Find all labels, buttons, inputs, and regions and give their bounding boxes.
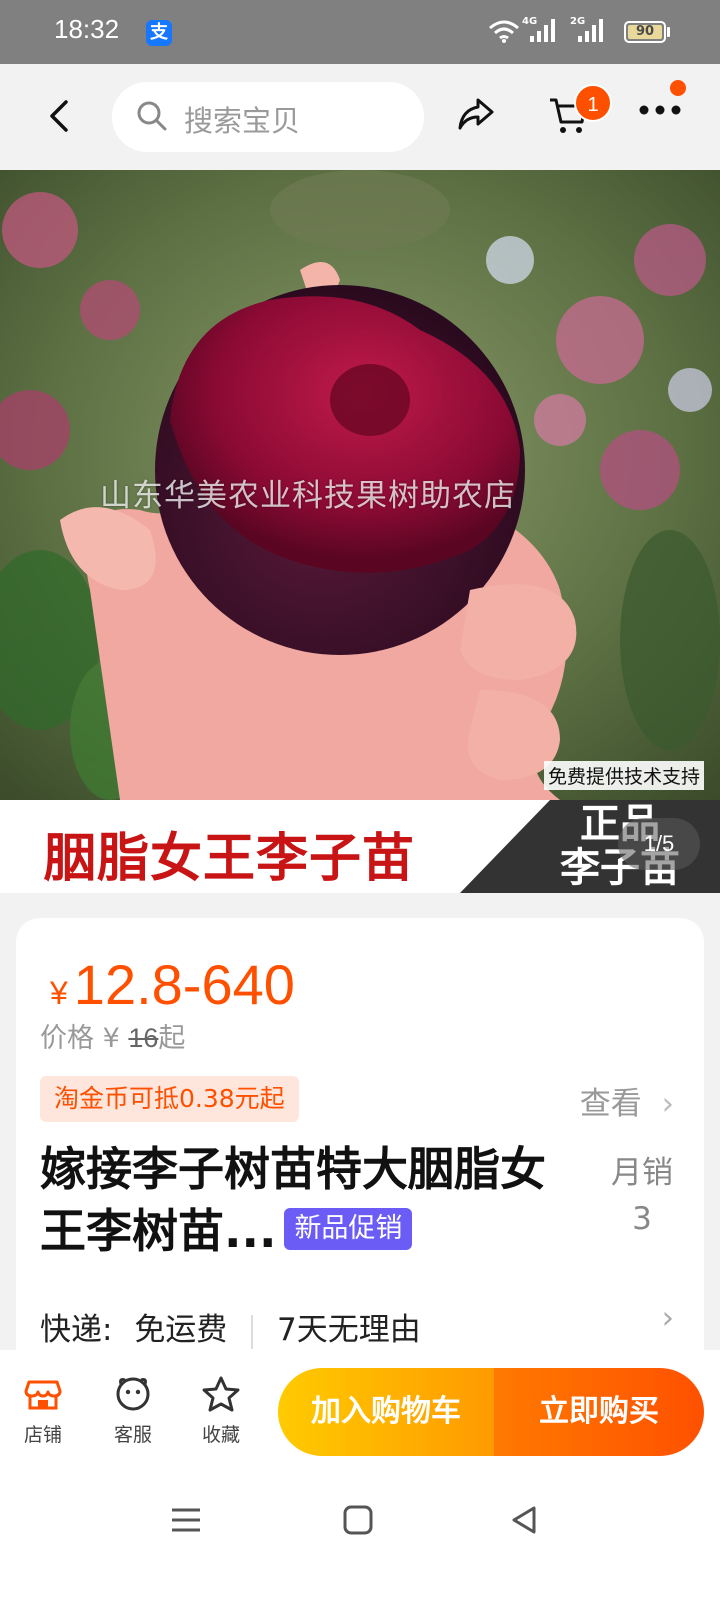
customer-service-label: 客服 xyxy=(113,1424,152,1446)
home-icon[interactable] xyxy=(340,1502,376,1538)
tech-support-caption: 免费提供技术支持 xyxy=(543,761,704,790)
shipping-info[interactable]: 快递: 免运费 7天无理由 xyxy=(40,1304,421,1349)
search-input[interactable]: 搜索宝贝 xyxy=(112,82,424,152)
original-price-label: 价格 xyxy=(40,1023,94,1054)
divider xyxy=(251,1314,254,1349)
shop-icon xyxy=(24,1380,62,1410)
system-navigation-bar xyxy=(0,1480,720,1600)
favorite-label: 收藏 xyxy=(201,1424,240,1446)
more-options-icon[interactable] xyxy=(638,100,686,120)
battery-cap xyxy=(667,27,670,37)
battery-level: 90 xyxy=(635,24,655,39)
shop-button[interactable]: 店铺 xyxy=(8,1374,78,1447)
search-placeholder: 搜索宝贝 xyxy=(184,104,301,138)
back-arrow-icon[interactable] xyxy=(40,94,80,138)
product-image-carousel[interactable]: 山东华美农业科技果树助农店 免费提供技术支持 xyxy=(0,170,720,800)
search-icon xyxy=(137,101,167,131)
customer-service-icon xyxy=(116,1377,150,1411)
price: ¥12.8-640 xyxy=(50,952,295,1017)
menu-icon[interactable] xyxy=(168,1502,204,1538)
monthly-sales: 月销 3 xyxy=(602,1150,682,1242)
shop-watermark: 山东华美农业科技果树助农店 xyxy=(100,478,516,514)
cart-count-badge: 1 xyxy=(574,84,612,122)
view-link-label: 查看 xyxy=(579,1086,642,1122)
chevron-right-icon: › xyxy=(661,1086,674,1122)
price-symbol: ¥ xyxy=(50,975,68,1011)
shop-label: 店铺 xyxy=(23,1424,62,1446)
monthly-sales-label: 月销 xyxy=(611,1155,673,1191)
wifi-icon xyxy=(489,20,519,43)
buy-now-button[interactable]: 立即购买 xyxy=(494,1368,704,1456)
original-price: 价格 ¥ 16起 xyxy=(40,1016,185,1055)
page-indicator: 1/5 xyxy=(618,818,700,870)
alipay-icon: 支 xyxy=(146,20,172,46)
view-link[interactable]: 查看 › xyxy=(580,1078,674,1123)
add-to-cart-button[interactable]: 加入购物车 xyxy=(278,1368,494,1456)
product-banner: 胭脂女王李子苗 正品 李子苗 1/5 xyxy=(0,800,720,893)
signal-icon xyxy=(530,19,555,42)
star-icon xyxy=(202,1376,240,1412)
favorite-button[interactable]: 收藏 xyxy=(186,1374,256,1447)
price-value: 12.8-640 xyxy=(73,953,295,1016)
share-icon[interactable] xyxy=(456,94,496,134)
signal-icon xyxy=(578,19,603,42)
original-price-suffix: 起 xyxy=(158,1023,186,1054)
original-price-value: 16 xyxy=(128,1023,159,1053)
status-time: 18:32 xyxy=(54,14,120,44)
promo-tag: 新品促销 xyxy=(284,1207,413,1250)
chevron-right-icon[interactable]: › xyxy=(662,1300,674,1336)
bottom-action-bar: 店铺 客服 收藏 加入购物车 立即购买 xyxy=(0,1350,720,1480)
battery-icon: 90 xyxy=(624,21,666,43)
top-nav-bar: 搜索宝贝 1 xyxy=(0,64,720,170)
return-policy: 7天无理由 xyxy=(277,1312,421,1348)
product-info-card: ¥12.8-640 价格 ¥ 16起 淘金币可抵0.38元起 查看 › 嫁接李子… xyxy=(16,918,704,1378)
coin-discount-tag[interactable]: 淘金币可抵0.38元起 xyxy=(40,1076,299,1122)
customer-service-button[interactable]: 客服 xyxy=(98,1374,168,1447)
original-price-symbol: ¥ xyxy=(102,1023,120,1054)
banner-title: 胭脂女王李子苗 xyxy=(44,829,416,889)
monthly-sales-count: 3 xyxy=(632,1201,652,1237)
shipping-value: 免运费 xyxy=(134,1312,228,1348)
back-triangle-icon[interactable] xyxy=(506,1502,542,1538)
shipping-label: 快递: xyxy=(40,1312,113,1348)
notification-dot xyxy=(670,80,686,96)
product-title: 嫁接李子树苗特大胭脂女王李树苗... 新品促销 xyxy=(40,1138,580,1262)
status-bar: 18:32 支 4G 2G 90 xyxy=(0,0,720,64)
